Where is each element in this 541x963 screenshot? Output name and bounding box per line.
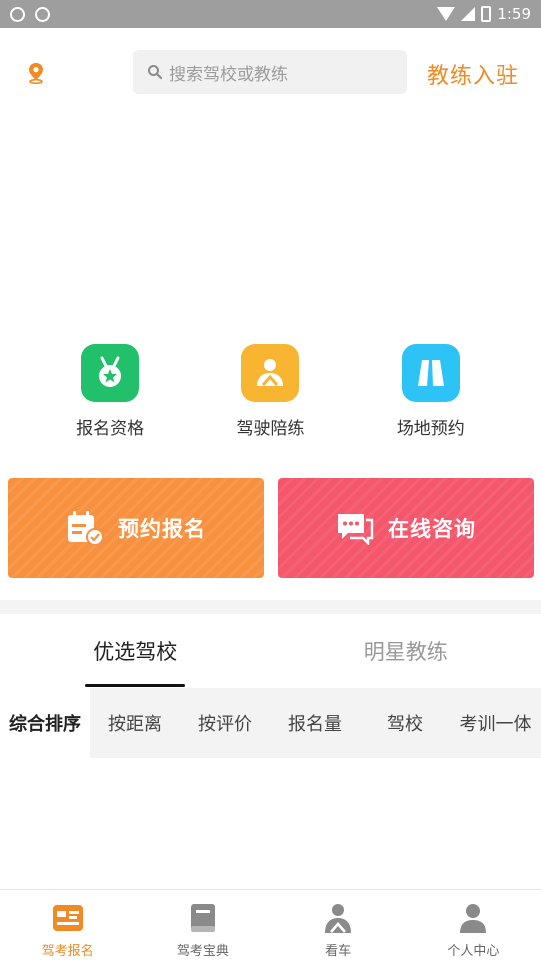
search-icon	[148, 65, 163, 80]
nav-view-cars[interactable]: 看车	[271, 890, 406, 963]
nav-label: 个人中心	[447, 944, 500, 959]
sort-bar: 综合排序 按距离 按评价 报名量 驾校 考训一体	[0, 688, 541, 758]
book-enroll-label: 预约报名	[118, 517, 206, 541]
feature-field-booking[interactable]: 场地预约	[361, 344, 501, 444]
tab-star-coaches[interactable]: 明星教练	[271, 614, 541, 688]
feature-label: 报名资格	[76, 419, 145, 439]
id-card-icon	[52, 905, 83, 931]
feature-grid: 报名资格 驾驶陪练 场地预约	[0, 344, 541, 444]
nav-exam-enroll[interactable]: 驾考报名	[0, 890, 135, 963]
nav-label: 驾考报名	[41, 944, 94, 959]
status-time: 1:59	[497, 5, 531, 23]
nav-personal-center[interactable]: 个人中心	[406, 890, 541, 963]
book-enroll-button[interactable]: 预约报名	[8, 478, 264, 578]
person-icon	[460, 904, 487, 933]
coach-join-link[interactable]: 教练入驻	[427, 58, 519, 90]
tab-bar: 优选驾校 明星教练	[0, 614, 541, 688]
book-icon	[190, 904, 215, 932]
vpn-icon	[35, 6, 50, 22]
search-placeholder: 搜索驾校或教练	[169, 64, 288, 85]
signal-icon	[461, 7, 476, 21]
car-driver-icon	[325, 904, 352, 933]
status-bar: 1:59	[0, 0, 541, 28]
feature-label: 驾驶陪练	[236, 419, 305, 439]
nav-label: 驾考宝典	[176, 944, 229, 959]
nav-label: 看车	[325, 944, 352, 959]
online-consult-button[interactable]: 在线咨询	[278, 478, 534, 578]
wifi-icon	[437, 7, 456, 21]
chat-bubble-icon	[338, 514, 374, 545]
header: 搜索驾校或教练 教练入驻	[0, 28, 541, 118]
sort-distance[interactable]: 按距离	[90, 688, 180, 758]
feature-driving-practice[interactable]: 驾驶陪练	[200, 344, 340, 444]
sort-comprehensive[interactable]: 综合排序	[0, 688, 90, 758]
sort-rating[interactable]: 按评价	[180, 688, 270, 758]
sort-school[interactable]: 驾校	[360, 688, 450, 758]
tab-preferred-schools[interactable]: 优选驾校	[0, 614, 271, 688]
shield-icon	[10, 6, 25, 22]
battery-icon	[481, 6, 492, 22]
medal-star-icon	[81, 344, 140, 402]
action-buttons: 预约报名 在线咨询	[8, 478, 534, 578]
location-pin-icon[interactable]	[26, 62, 46, 84]
bottom-nav: 驾考报名 驾考宝典 看车 个人中心	[0, 889, 541, 963]
online-consult-label: 在线咨询	[388, 517, 476, 541]
road-field-icon	[401, 344, 460, 402]
driver-icon	[241, 344, 300, 402]
nav-exam-guide[interactable]: 驾考宝典	[135, 890, 270, 963]
section-divider	[0, 600, 541, 614]
feature-enroll-qualification[interactable]: 报名资格	[40, 344, 180, 444]
sort-exam-training[interactable]: 考训一体	[450, 688, 541, 758]
search-input[interactable]: 搜索驾校或教练	[133, 50, 407, 94]
sort-enrollments[interactable]: 报名量	[270, 688, 360, 758]
feature-label: 场地预约	[396, 419, 465, 439]
calendar-check-icon	[68, 511, 104, 546]
